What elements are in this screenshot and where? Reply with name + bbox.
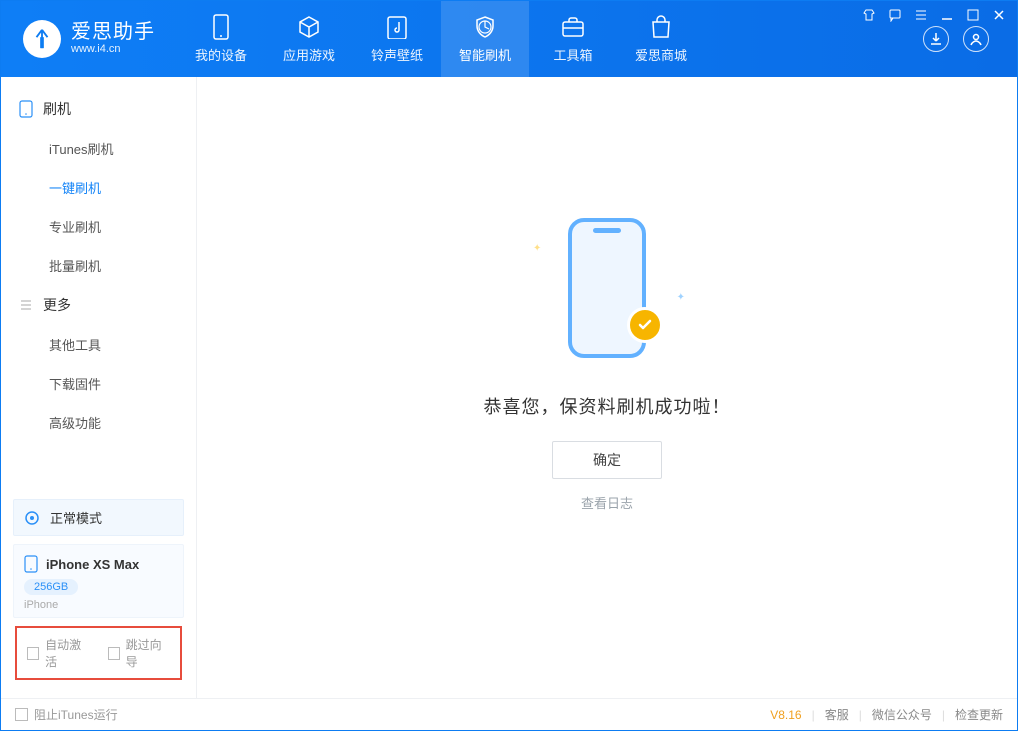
menu-icon[interactable] — [913, 7, 929, 23]
close-button[interactable] — [991, 7, 1007, 23]
tab-label: 我的设备 — [195, 45, 247, 64]
device-mode-label: 正常模式 — [50, 508, 102, 527]
sidebar: 刷机 iTunes刷机 一键刷机 专业刷机 批量刷机 更多 其他工具 下载固件 … — [1, 77, 197, 698]
success-illustration: ✦ ✦ — [517, 203, 697, 373]
bag-icon — [649, 15, 673, 39]
tab-apps[interactable]: 应用游戏 — [265, 1, 353, 77]
device-capacity: 256GB — [24, 579, 78, 595]
device-subtype: iPhone — [24, 599, 173, 611]
sidebar-group-flash: 刷机 — [1, 89, 196, 129]
window-controls — [861, 7, 1007, 23]
sidebar-item-oneclick-flash[interactable]: 一键刷机 — [1, 168, 196, 207]
sidebar-item-other-tools[interactable]: 其他工具 — [1, 325, 196, 364]
user-button[interactable] — [963, 26, 989, 52]
cube-icon — [297, 15, 321, 39]
tab-label: 铃声壁纸 — [371, 45, 423, 64]
device-mode-card[interactable]: 正常模式 — [13, 499, 184, 536]
tab-store[interactable]: 爱思商城 — [617, 1, 705, 77]
success-message: 恭喜您，保资料刷机成功啦！ — [484, 393, 731, 419]
sidebar-group-title: 更多 — [43, 295, 71, 315]
skin-icon[interactable] — [861, 7, 877, 23]
phone-icon — [19, 100, 33, 118]
block-itunes-checkbox[interactable]: 阻止iTunes运行 — [15, 706, 118, 723]
logo-icon — [23, 20, 61, 58]
tab-toolbox[interactable]: 工具箱 — [529, 1, 617, 77]
tab-label: 智能刷机 — [459, 45, 511, 64]
sidebar-item-pro-flash[interactable]: 专业刷机 — [1, 207, 196, 246]
tab-label: 工具箱 — [553, 45, 592, 64]
maximize-button[interactable] — [965, 7, 981, 23]
sparkle-icon: ✦ — [533, 243, 541, 254]
device-name-label: iPhone XS Max — [46, 557, 139, 572]
sidebar-item-download-firmware[interactable]: 下载固件 — [1, 364, 196, 403]
checkbox-label: 阻止iTunes运行 — [34, 706, 118, 723]
sidebar-item-batch-flash[interactable]: 批量刷机 — [1, 246, 196, 285]
statusbar: 阻止iTunes运行 V8.16 | 客服 | 微信公众号 | 检查更新 — [1, 698, 1017, 730]
checkbox-label: 自动激活 — [45, 636, 89, 670]
success-check-icon — [627, 307, 663, 343]
mode-icon — [24, 510, 40, 526]
music-icon — [385, 15, 409, 39]
brand: 爱思助手 www.i4.cn — [1, 1, 177, 77]
download-button[interactable] — [923, 26, 949, 52]
feedback-icon[interactable] — [887, 7, 903, 23]
shield-icon — [473, 15, 497, 39]
tab-my-device[interactable]: 我的设备 — [177, 1, 265, 77]
sparkle-icon: ✦ — [677, 292, 685, 303]
sidebar-item-advanced[interactable]: 高级功能 — [1, 403, 196, 442]
tab-label: 爱思商城 — [635, 45, 687, 64]
tab-label: 应用游戏 — [283, 45, 335, 64]
checkbox-label: 跳过向导 — [126, 636, 170, 670]
confirm-button[interactable]: 确定 — [552, 441, 662, 479]
iphone-icon — [24, 555, 38, 573]
checkbox-icon — [15, 708, 28, 721]
main-content: ✦ ✦ 恭喜您，保资料刷机成功啦！ 确定 查看日志 — [197, 77, 1017, 698]
device-panel: 正常模式 iPhone XS Max 256GB iPhone 自动激活 跳过向… — [1, 483, 196, 698]
sidebar-group-title: 刷机 — [43, 99, 71, 119]
auto-activate-checkbox[interactable]: 自动激活 — [27, 636, 90, 670]
view-log-link[interactable]: 查看日志 — [581, 493, 633, 512]
titlebar: 爱思助手 www.i4.cn 我的设备 应用游戏 铃声壁纸 智能刷机 工具箱 爱… — [1, 1, 1017, 77]
tab-smart-flash[interactable]: 智能刷机 — [441, 1, 529, 77]
toolbox-icon — [561, 15, 585, 39]
brand-name: 爱思助手 — [71, 21, 155, 43]
brand-url: www.i4.cn — [71, 43, 155, 56]
tab-ringtones[interactable]: 铃声壁纸 — [353, 1, 441, 77]
customer-service-link[interactable]: 客服 — [825, 706, 849, 723]
version-label: V8.16 — [770, 708, 801, 722]
sidebar-item-itunes-flash[interactable]: iTunes刷机 — [1, 129, 196, 168]
checkbox-icon — [27, 647, 39, 660]
minimize-button[interactable] — [939, 7, 955, 23]
sidebar-group-more: 更多 — [1, 285, 196, 325]
options-row: 自动激活 跳过向导 — [15, 626, 182, 680]
wechat-link[interactable]: 微信公众号 — [872, 706, 932, 723]
skip-guide-checkbox[interactable]: 跳过向导 — [108, 636, 171, 670]
checkbox-icon — [108, 647, 120, 660]
device-icon — [209, 15, 233, 39]
main-tabs: 我的设备 应用游戏 铃声壁纸 智能刷机 工具箱 爱思商城 — [177, 1, 705, 77]
check-update-link[interactable]: 检查更新 — [955, 706, 1003, 723]
list-icon — [19, 298, 33, 312]
device-info-card[interactable]: iPhone XS Max 256GB iPhone — [13, 544, 184, 618]
